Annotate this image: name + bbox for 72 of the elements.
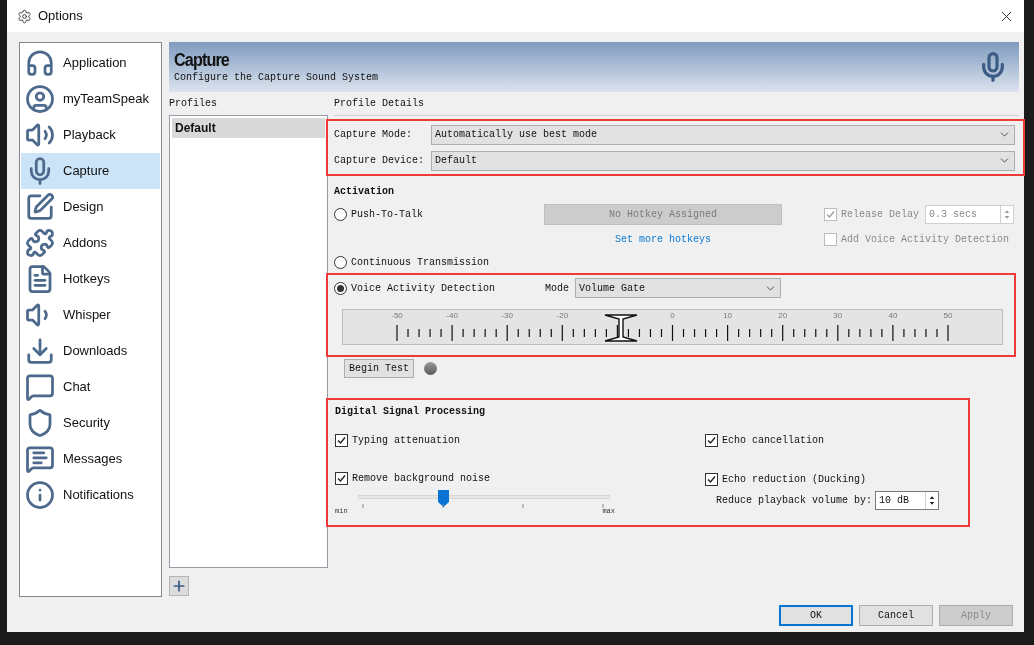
category-item[interactable]: Whisper — [21, 297, 160, 333]
scale-label: -50 — [391, 311, 403, 321]
category-item[interactable]: Design — [21, 189, 160, 225]
checkbox[interactable] — [335, 434, 348, 447]
checkbox-label: Echo cancellation — [722, 434, 825, 448]
add-button[interactable] — [169, 576, 189, 596]
window-title: Options — [38, 7, 83, 26]
chat-bubble-icon — [25, 372, 55, 402]
field-label: Capture Device: — [334, 154, 425, 168]
group-title: Activation — [334, 184, 394, 199]
spin-box[interactable]: 10 dB — [875, 491, 940, 510]
puzzle-icon — [25, 228, 55, 258]
scale-label: -40 — [446, 311, 458, 321]
radio-label: Voice Activity Detection — [351, 281, 496, 296]
checkbox[interactable] — [705, 473, 718, 486]
reduce-volume-label: Reduce playback volume by: — [716, 494, 873, 508]
checkbox-label: Typing attenuation — [352, 434, 461, 448]
category-item[interactable]: Hotkeys — [21, 261, 160, 297]
scale-label: -30 — [501, 311, 513, 321]
category-item[interactable]: Addons — [21, 225, 160, 261]
hotkeys-link[interactable]: Set more hotkeys — [615, 231, 711, 247]
dropdown[interactable]: Volume Gate — [575, 278, 781, 298]
info-icon — [25, 480, 55, 510]
headset-icon — [25, 48, 55, 78]
begin-test-button[interactable]: Begin Test — [344, 359, 414, 378]
checkbox-label: Echo reduction (Ducking) — [722, 473, 867, 487]
indicator-light-icon — [424, 362, 437, 375]
scale-label: -20 — [556, 311, 569, 321]
scale-label: 20 — [778, 311, 788, 321]
checkbox[interactable] — [705, 434, 718, 447]
category-item[interactable]: Security — [21, 405, 160, 441]
scale-label: 50 — [943, 311, 953, 321]
radio-button[interactable] — [334, 208, 347, 221]
scale-label: 0 — [670, 311, 675, 321]
category-item[interactable]: Messages — [21, 441, 160, 477]
checkbox-label: Remove background noise — [352, 472, 491, 486]
dropdown[interactable]: Automatically use best mode — [431, 124, 1015, 145]
download-icon — [25, 336, 55, 366]
dialog-button[interactable]: Cancel — [859, 605, 933, 626]
header-subtitle: Configure the Capture Sound System — [174, 71, 380, 85]
profile-item[interactable]: Default — [172, 118, 325, 138]
pen-icon — [25, 192, 55, 222]
gate-marker[interactable] — [603, 313, 640, 343]
dropdown[interactable]: Default — [431, 150, 1015, 171]
checkbox[interactable] — [335, 472, 348, 485]
checkbox-label: Add Voice Activity Detection — [841, 232, 1010, 247]
scale-label: 40 — [888, 311, 898, 321]
category-item[interactable]: Chat — [21, 369, 160, 405]
category-item[interactable]: Downloads — [21, 333, 160, 369]
radio-button[interactable] — [334, 255, 347, 269]
scale-label: 10 — [723, 311, 733, 321]
header-title: Capture — [174, 49, 230, 71]
category-item[interactable]: Capture — [21, 153, 160, 189]
category-item[interactable]: myTeamSpeak — [21, 81, 160, 117]
radio-label: Push-To-Talk — [351, 208, 423, 222]
mode-label: Mode — [545, 281, 570, 296]
category-item[interactable]: Application — [21, 45, 160, 81]
user-icon — [25, 84, 55, 114]
slider-thumb[interactable] — [437, 490, 449, 507]
field-label: Capture Mode: — [334, 128, 413, 142]
radio-button[interactable] — [334, 281, 347, 295]
checkbox-label: Release Delay — [841, 208, 919, 222]
radio-label: Continuous Transmission — [351, 255, 490, 270]
category-item[interactable]: Notifications — [21, 477, 160, 513]
window-icon — [17, 8, 32, 24]
category-item[interactable]: Playback — [21, 117, 160, 153]
message-icon — [25, 444, 55, 474]
dialog-button[interactable]: OK — [779, 605, 853, 626]
scale-label: 30 — [833, 311, 843, 321]
group-title: Digital Signal Processing — [335, 404, 486, 419]
section-label: Profile Details — [334, 97, 424, 111]
profiles-label: Profiles — [169, 97, 217, 111]
